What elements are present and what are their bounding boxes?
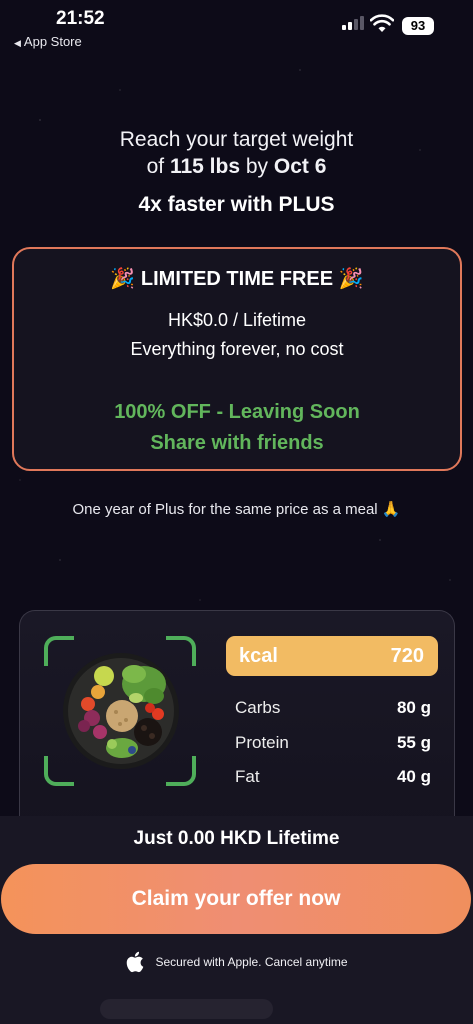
offer-title: 🎉 LIMITED TIME FREE 🎉 <box>110 268 364 290</box>
offer-price: HK$0.0 / Lifetime <box>167 310 307 330</box>
macro-value: 55 g <box>396 733 431 752</box>
purchase-panel: Just 0.00 HKD Lifetime Claim your offer … <box>0 816 473 1024</box>
kcal-label: kcal <box>239 645 278 667</box>
food-scan-frame <box>44 636 196 786</box>
secured-text: Secured with Apple. Cancel anytime <box>155 955 348 969</box>
offer-discount: 100% OFF - Leaving Soon <box>114 401 360 423</box>
target-weight: 115 lbs <box>169 155 241 178</box>
status-time: 21:52 <box>56 8 105 29</box>
nutrition-card: kcal 720 Carbs 80 g Protein 55 g Fat 40 … <box>19 610 455 830</box>
plus-subhead: 4x faster with PLUS <box>138 193 335 216</box>
headline-line1: Reach your target weight <box>119 128 354 151</box>
lifetime-price: Just 0.00 HKD Lifetime <box>133 828 340 849</box>
secured-note: Secured with Apple. Cancel anytime <box>0 950 473 974</box>
battery-indicator: 93 <box>402 17 434 35</box>
macro-name: Carbs <box>235 698 281 717</box>
back-label: App Store <box>23 34 82 49</box>
headline-prefix: of <box>146 155 170 178</box>
offer-card: 🎉 LIMITED TIME FREE 🎉 HK$0.0 / Lifetime … <box>12 247 462 471</box>
headline-mid: by <box>240 155 274 178</box>
macro-name: Fat <box>235 767 260 786</box>
cellular-signal-icon <box>342 16 364 30</box>
kcal-value: 720 <box>390 645 424 667</box>
apple-logo-icon <box>127 951 144 973</box>
food-bowl-image <box>63 653 179 769</box>
macro-value: 40 g <box>396 767 431 786</box>
claim-offer-button[interactable]: Claim your offer now <box>1 864 471 934</box>
macro-name: Protein <box>235 733 289 752</box>
meal-price-note: One year of Plus for the same price as a… <box>72 501 401 518</box>
page-headline: Reach your target weight of 115 lbs by O… <box>0 126 473 180</box>
kcal-bar: kcal 720 <box>226 636 438 676</box>
back-to-app-store[interactable]: ◀ App Store <box>14 34 82 49</box>
offer-description: Everything forever, no cost <box>130 339 344 359</box>
macro-value: 80 g <box>396 698 431 717</box>
target-date: Oct 6 <box>273 155 327 178</box>
share-with-friends[interactable]: Share with friends <box>14 432 460 455</box>
wifi-icon <box>370 14 394 32</box>
back-triangle-icon: ◀ <box>14 38 21 48</box>
home-indicator[interactable] <box>100 999 273 1019</box>
headline-line2: of 115 lbs by Oct 6 <box>0 153 473 180</box>
